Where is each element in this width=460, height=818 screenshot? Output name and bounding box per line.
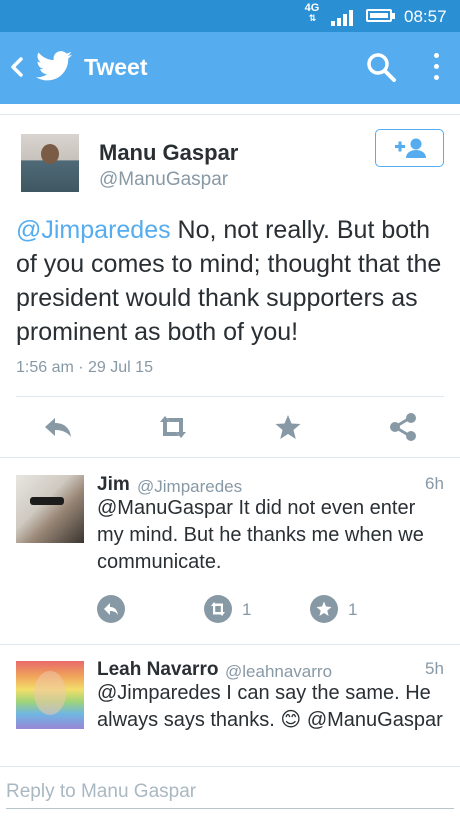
- retweet-button[interactable]: [204, 595, 232, 623]
- page-title: Tweet: [84, 54, 148, 80]
- clock: 08:57: [404, 7, 447, 26]
- back-icon[interactable]: [8, 53, 26, 81]
- data-arrows-icon: ⇅: [308, 13, 317, 23]
- signal-strength-icon: [331, 10, 353, 26]
- reply-text: @ManuGaspar It did not even enter my min…: [97, 497, 424, 573]
- tweet-text: @Jimparedes No, not really. But both of …: [16, 213, 448, 349]
- network-type-label: 4G: [304, 2, 320, 14]
- search-icon[interactable]: [364, 50, 398, 84]
- avatar[interactable]: [16, 661, 84, 729]
- tweet-timestamp: 1:56 am · 29 Jul 15: [16, 359, 153, 376]
- avatar[interactable]: [16, 475, 84, 543]
- action-bar: Tweet: [0, 32, 460, 104]
- network-indicator: 4G ⇅: [303, 2, 321, 24]
- reply-time: 5h: [425, 659, 444, 678]
- status-bar: 4G ⇅ 08:57: [0, 0, 460, 32]
- share-icon[interactable]: [387, 413, 419, 441]
- reply-composer: [0, 766, 460, 818]
- add-user-icon: [395, 138, 426, 158]
- reply-input[interactable]: [6, 775, 454, 809]
- reply-text: @Jimparedes I can say the same. He alway…: [97, 682, 443, 731]
- battery-tip: [392, 13, 395, 19]
- mention-link[interactable]: @Jimparedes: [16, 216, 171, 244]
- reply-icon: [104, 603, 118, 615]
- battery-icon: [366, 9, 392, 22]
- divider: [0, 114, 460, 115]
- divider: [0, 457, 460, 458]
- reply-icon[interactable]: [42, 413, 74, 441]
- favorite-button[interactable]: [310, 595, 338, 623]
- reply-time: 6h: [425, 474, 444, 493]
- reply-button[interactable]: [97, 595, 125, 623]
- favorite-icon: [316, 601, 332, 616]
- divider: [16, 396, 444, 397]
- author-name[interactable]: Manu Gaspar: [99, 140, 238, 166]
- reply-author-handle[interactable]: @leahnavarro: [225, 662, 332, 682]
- follow-button[interactable]: [375, 129, 444, 167]
- overflow-menu-icon[interactable]: [428, 50, 446, 84]
- reply-author-name[interactable]: Jim: [97, 474, 130, 496]
- favorite-icon[interactable]: [272, 413, 304, 441]
- favorite-count: 1: [348, 600, 358, 619]
- divider: [0, 644, 460, 645]
- twitter-bird-icon[interactable]: [36, 50, 72, 82]
- author-handle[interactable]: @ManuGaspar: [99, 169, 228, 191]
- author-avatar[interactable]: [21, 134, 79, 192]
- retweet-icon: [211, 602, 225, 616]
- retweet-count: 1: [242, 600, 252, 619]
- retweet-icon[interactable]: [157, 413, 189, 441]
- reply-author-name[interactable]: Leah Navarro: [97, 659, 218, 681]
- reply-author-handle[interactable]: @Jimparedes: [137, 477, 242, 497]
